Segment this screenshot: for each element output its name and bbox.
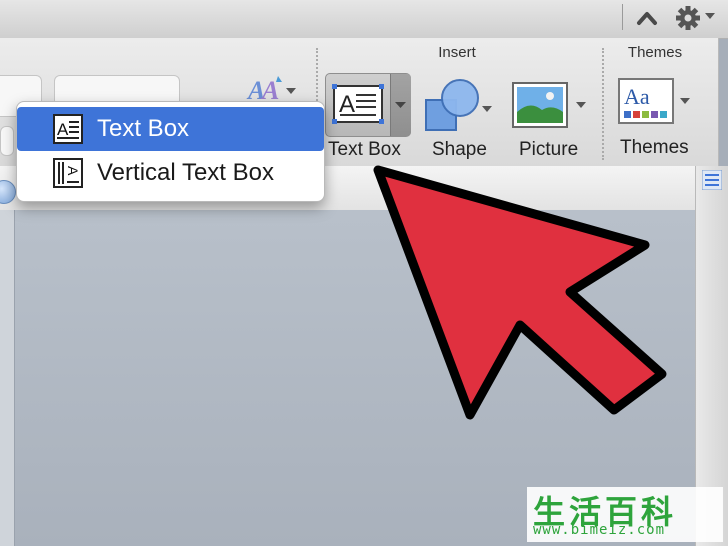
watermark: 生活百科 www.bimeiz.com (527, 487, 723, 542)
themes-label: Themes (620, 137, 689, 158)
shape-label: Shape (432, 139, 487, 160)
menu-item-label: Vertical Text Box (97, 159, 274, 186)
window-titlebar (0, 0, 728, 39)
svg-text:A: A (57, 120, 69, 139)
chevron-down-icon[interactable] (705, 12, 715, 20)
shape-icon[interactable] (424, 78, 494, 134)
text-box-dropdown-arrow[interactable] (390, 74, 411, 136)
group-separator (602, 48, 604, 160)
chevron-down-icon (395, 102, 406, 108)
picture-icon[interactable] (512, 82, 588, 130)
text-box-icon: A (332, 84, 384, 124)
menu-item-vertical-text-box[interactable]: A Vertical Text Box (17, 151, 324, 195)
text-box-dropdown-menu: A Text Box A Vertical Text Box (16, 101, 325, 202)
svg-text:A: A (339, 91, 355, 118)
menu-item-text-box[interactable]: A Text Box (17, 107, 324, 151)
themes-icon[interactable]: Aa (618, 78, 692, 126)
vertical-text-box-icon: A (53, 158, 83, 188)
slide-edge (0, 210, 15, 546)
caret-up-icon[interactable] (636, 8, 658, 28)
text-box-label: Text Box (328, 139, 401, 160)
picture-label: Picture (519, 139, 579, 160)
titlebar-separator (622, 4, 623, 30)
svg-text:Aa: Aa (624, 84, 650, 109)
watermark-url: www.bimeiz.com (533, 522, 666, 538)
view-toggle-icon[interactable] (702, 170, 722, 190)
watermark-logo-text: 生活百科 (533, 493, 678, 531)
menu-item-label: Text Box (97, 115, 190, 142)
text-box-button[interactable]: A (325, 73, 411, 137)
svg-text:A: A (65, 166, 81, 176)
gear-icon[interactable] (674, 5, 702, 31)
text-box-icon: A (53, 114, 83, 144)
group-title-insert: Insert (438, 44, 476, 61)
ribbon-control-partial[interactable] (0, 126, 14, 156)
group-title-themes: Themes (627, 44, 683, 61)
